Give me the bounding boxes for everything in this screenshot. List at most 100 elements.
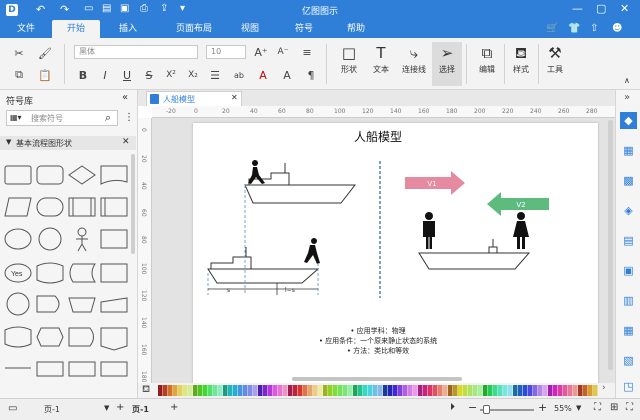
color-swatch[interactable]	[413, 385, 418, 396]
color-swatch[interactable]	[463, 385, 468, 396]
tab-home[interactable]: 开始	[52, 20, 100, 38]
color-swatch[interactable]	[488, 385, 493, 396]
distance-s-label[interactable]: s	[227, 287, 230, 294]
page-tab[interactable]: 页-1	[132, 404, 149, 415]
new-file-icon[interactable]: ▭	[84, 3, 93, 14]
color-swatch[interactable]	[458, 385, 463, 396]
color-swatch[interactable]	[523, 385, 528, 396]
superscript-icon[interactable]: X²	[164, 68, 178, 82]
color-swatch[interactable]	[328, 385, 333, 396]
tab-symbols[interactable]: 符号	[286, 20, 322, 38]
style-button[interactable]: ⛾ 样式	[506, 42, 536, 86]
format-painter-icon[interactable]: 🖌	[38, 46, 52, 60]
horizontal-scrollbar[interactable]	[292, 377, 462, 381]
fill-panel-icon[interactable]: ◆	[620, 112, 637, 129]
layer-panel-icon[interactable]: ◈	[620, 202, 637, 219]
cart-icon[interactable]: 🛒	[546, 23, 558, 34]
subscript-icon[interactable]: X₂	[186, 68, 200, 82]
zoom-slider-thumb[interactable]	[483, 405, 490, 414]
color-swatch[interactable]	[208, 385, 213, 396]
page-selector[interactable]: 页-1	[44, 404, 60, 415]
library-dropdown-icon[interactable]: ▦▾	[10, 113, 22, 122]
paste-icon[interactable]: 📋	[38, 68, 52, 82]
shape-ellipse[interactable]	[4, 228, 32, 250]
color-swatch[interactable]	[548, 385, 553, 396]
color-swatch[interactable]	[443, 385, 448, 396]
chart-panel-icon[interactable]: ▥	[620, 292, 637, 309]
color-swatch[interactable]	[173, 385, 178, 396]
cut-icon[interactable]: ✂	[12, 46, 26, 60]
shape-decision[interactable]	[68, 165, 96, 185]
color-swatch[interactable]	[238, 385, 243, 396]
color-swatch[interactable]	[493, 385, 498, 396]
tab-page-layout[interactable]: 页面布局	[164, 20, 224, 38]
expand-panel-icon[interactable]: »	[624, 92, 630, 103]
shape-merge[interactable]	[100, 361, 128, 377]
color-swatch[interactable]	[193, 385, 198, 396]
page-selector-dropdown-icon[interactable]: ▼	[104, 404, 109, 412]
zoom-out-icon[interactable]: −	[468, 401, 477, 414]
share-icon[interactable]: ⇧	[590, 23, 598, 34]
shape-extract[interactable]	[68, 361, 96, 377]
shape-button[interactable]: □ 形状	[334, 42, 364, 86]
color-swatch[interactable]	[573, 385, 578, 396]
color-swatch[interactable]	[228, 385, 233, 396]
color-swatch[interactable]	[448, 385, 453, 396]
section-close-icon[interactable]: ✕	[122, 137, 130, 147]
color-swatch[interactable]	[183, 385, 188, 396]
color-swatch[interactable]	[198, 385, 203, 396]
color-swatch[interactable]	[188, 385, 193, 396]
lower-boat[interactable]	[207, 247, 320, 284]
page-panel-toggle-icon[interactable]: ▭	[8, 403, 17, 414]
shape-data[interactable]	[4, 197, 32, 217]
color-swatch[interactable]	[453, 385, 458, 396]
color-swatch[interactable]	[423, 385, 428, 396]
bold-icon[interactable]: B	[76, 68, 90, 82]
shape-actor-head[interactable]	[77, 227, 87, 237]
color-swatch[interactable]	[538, 385, 543, 396]
shape-display[interactable]	[68, 327, 94, 347]
color-swatch[interactable]	[433, 385, 438, 396]
color-swatch[interactable]	[428, 385, 433, 396]
bullet-list-icon[interactable]: ☰	[208, 68, 222, 82]
quick-access-more-icon[interactable]: ▾	[180, 3, 185, 14]
library-manage-icon[interactable]: ⋮	[124, 112, 134, 123]
drawing-canvas[interactable]: 人船模型 s l−s V1 V2 • 应用学科：物理 • 应用条件：一个原来静止…	[152, 118, 615, 383]
color-swatch[interactable]	[248, 385, 253, 396]
underline-icon[interactable]: U	[120, 68, 134, 82]
color-swatch[interactable]	[263, 385, 268, 396]
walking-man-bottom[interactable]	[304, 238, 320, 264]
collapse-panel-icon[interactable]: «	[122, 92, 128, 103]
color-swatch[interactable]	[323, 385, 328, 396]
section-expand-icon[interactable]: ▼	[6, 138, 11, 146]
shape-loop-limit[interactable]	[100, 297, 128, 313]
color-swatch[interactable]	[268, 385, 273, 396]
copy-icon[interactable]: ⧉	[12, 68, 26, 82]
vertical-scrollbar[interactable]	[608, 120, 613, 370]
color-swatch[interactable]	[503, 385, 508, 396]
add-page-icon[interactable]: +	[116, 402, 124, 413]
tab-view[interactable]: 视图	[232, 20, 268, 38]
shape-card[interactable]	[100, 263, 128, 283]
color-swatch[interactable]	[233, 385, 238, 396]
color-swatch[interactable]	[333, 385, 338, 396]
search-field[interactable]: ▦▾ 搜索符号 ⌕	[6, 110, 118, 126]
tab-help[interactable]: 帮助	[338, 20, 374, 38]
color-swatch[interactable]	[378, 385, 383, 396]
font-grow-icon[interactable]: A⁺	[254, 45, 268, 59]
align-center-icon[interactable]: ≡	[300, 45, 314, 59]
text-color-icon[interactable]: A	[256, 68, 270, 82]
print-icon[interactable]: ⎙	[140, 3, 148, 14]
v2-arrow[interactable]: V2	[487, 192, 549, 216]
color-swatch[interactable]	[288, 385, 293, 396]
color-swatch[interactable]	[478, 385, 483, 396]
font-shrink-icon[interactable]: A⁻	[276, 45, 290, 59]
select-button[interactable]: ➢ 选择	[432, 42, 462, 86]
color-swatch[interactable]	[473, 385, 478, 396]
color-swatch[interactable]	[158, 385, 163, 396]
fit-page-icon[interactable]: ⛶	[594, 402, 601, 413]
note-condition[interactable]: • 应用条件：一个原来静止状态的系统	[319, 336, 437, 345]
standing-woman[interactable]	[513, 212, 529, 249]
search-input[interactable]: 搜索符号	[31, 113, 63, 124]
color-swatch[interactable]	[343, 385, 348, 396]
